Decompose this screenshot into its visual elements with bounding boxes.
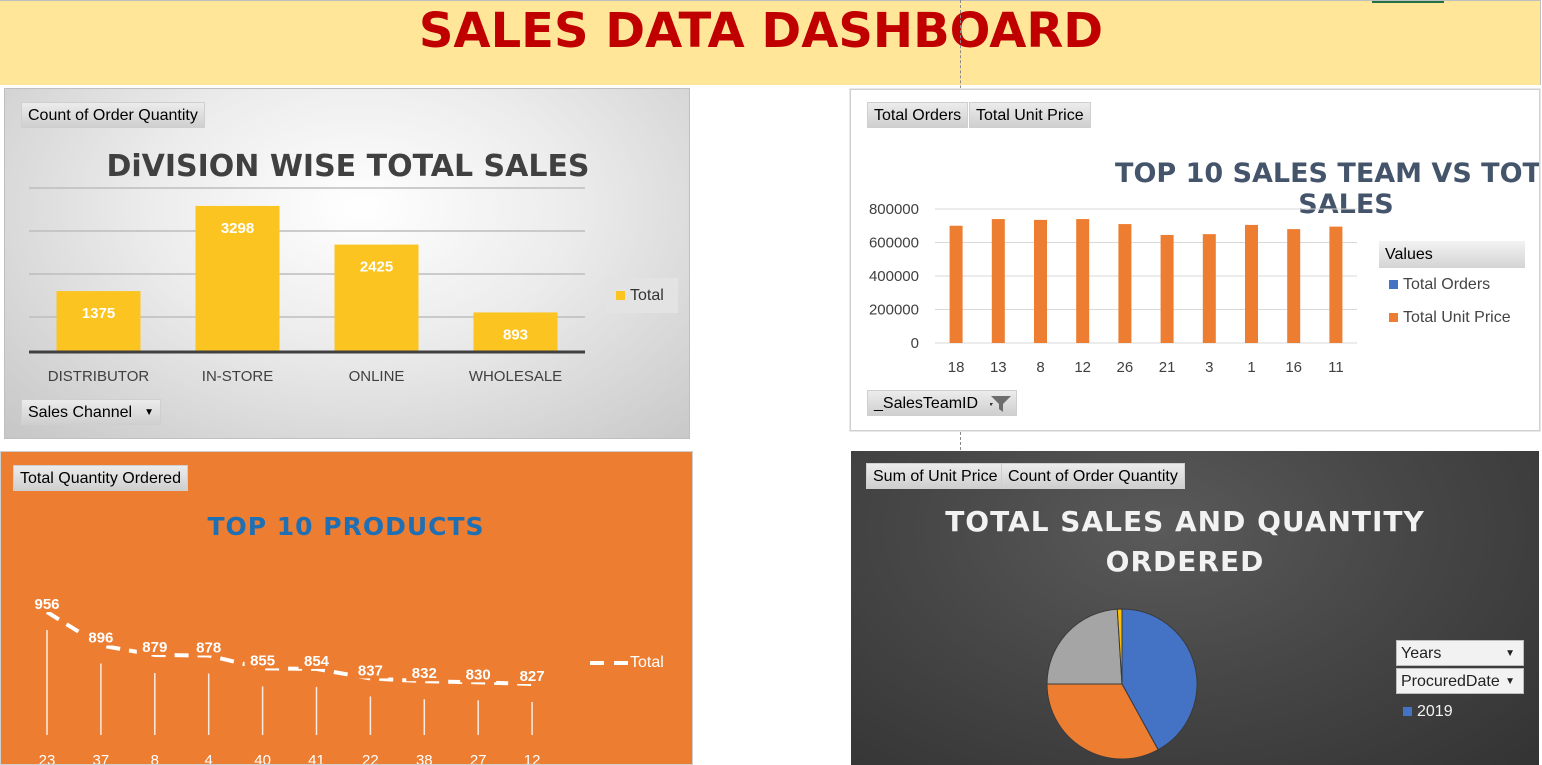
dashboard-header: SALES DATA DASHBOARD (0, 0, 1541, 85)
division-sales-chart[interactable]: Count of Order Quantity DiVISION WISE TO… (4, 88, 690, 439)
years-filter-label: Years (1401, 645, 1442, 662)
years-filter-dropdown[interactable]: Years ▼ (1396, 640, 1524, 666)
data-label: 878 (196, 640, 221, 657)
data-label: 832 (412, 665, 437, 682)
dropdown-arrow-icon: ▼ (1505, 676, 1515, 687)
dashboard-title: SALES DATA DASHBOARD (418, 3, 1104, 59)
x-tick-label: 8 (1036, 359, 1044, 376)
division-legend-label: Total (630, 287, 664, 304)
data-label: 830 (466, 666, 491, 683)
y-tick-label: 200000 (869, 302, 919, 319)
x-tick-label: 37 (93, 752, 110, 765)
products-legend-label: Total (630, 654, 664, 671)
data-label: 827 (520, 668, 545, 685)
y-tick-label: 400000 (869, 268, 919, 285)
series-line-total (45, 610, 533, 686)
legend-swatch (1389, 313, 1398, 323)
data-label: 837 (358, 662, 383, 679)
data-label: 2425 (360, 259, 393, 276)
values-legend-header: Values (1379, 241, 1525, 268)
x-tick-label: 27 (470, 752, 487, 765)
bar-team-18 (949, 225, 963, 343)
data-label: 893 (503, 326, 528, 343)
sales-channel-filter-button[interactable]: Sales Channel ▼ (21, 399, 161, 425)
procured-date-filter-label: ProcuredDate (1401, 673, 1500, 690)
x-tick-label: 21 (1159, 359, 1176, 376)
legend-dash-icon (590, 660, 630, 665)
dropdown-arrow-icon: ▼ (1505, 648, 1515, 659)
procured-date-filter-dropdown[interactable]: ProcuredDate ▼ (1396, 668, 1524, 694)
bar-team-16 (1287, 229, 1301, 343)
x-tick-label: 1 (1247, 359, 1255, 376)
x-tick-label: 12 (1074, 359, 1091, 376)
category-label: ONLINE (349, 368, 405, 385)
data-label: 1375 (82, 305, 115, 322)
category-label: WHOLESALE (469, 368, 562, 385)
x-tick-label: 4 (205, 752, 213, 765)
x-tick-label: 3 (1205, 359, 1213, 376)
data-label: 879 (142, 639, 167, 656)
x-tick-label: 22 (362, 752, 379, 765)
x-tick-label: 12 (524, 752, 541, 765)
x-tick-label: 38 (416, 752, 433, 765)
x-tick-label: 16 (1285, 359, 1302, 376)
products-legend[interactable]: Total (590, 654, 664, 672)
y-tick-label: 0 (911, 335, 919, 352)
data-label: 855 (250, 652, 275, 669)
x-tick-label: 26 (1117, 359, 1134, 376)
bar-team-13 (991, 219, 1005, 343)
legend-item-total-orders[interactable]: Total Orders (1389, 276, 1490, 294)
data-label: 896 (88, 629, 113, 646)
pie-legend[interactable]: 2019 (1403, 703, 1453, 721)
data-label: 956 (34, 596, 59, 613)
category-label: IN-STORE (202, 368, 273, 385)
sales-channel-label: Sales Channel (28, 404, 133, 422)
bar-team-11 (1329, 226, 1343, 343)
sales-quantity-chart[interactable]: Sum of Unit Price Count of Order Quantit… (851, 451, 1539, 765)
x-tick-label: 8 (151, 752, 159, 765)
bar-team-26 (1118, 224, 1132, 343)
pie-legend-label: 2019 (1417, 703, 1453, 720)
top-products-chart[interactable]: Total Quantity Ordered TOP 10 PRODUCTS 2… (0, 451, 693, 765)
category-label: DISTRIBUTOR (48, 368, 150, 385)
y-tick-label: 600000 (869, 235, 919, 252)
data-label: 854 (304, 653, 330, 670)
data-label: 3298 (221, 220, 254, 237)
division-legend[interactable]: Total (606, 278, 678, 313)
x-tick-label: 23 (39, 752, 56, 765)
legend-item-total-unit-price[interactable]: Total Unit Price (1389, 309, 1511, 327)
legend-swatch (616, 291, 625, 301)
x-tick-label: 41 (308, 752, 325, 765)
x-tick-label: 13 (990, 359, 1007, 376)
bar-team-8 (1034, 219, 1047, 343)
legend-label: Total Orders (1403, 276, 1491, 293)
legend-label: Total Unit Price (1403, 309, 1511, 326)
x-tick-label: 18 (948, 359, 965, 376)
x-tick-label: 40 (254, 752, 271, 765)
bar-team-21 (1160, 234, 1174, 343)
bar-team-1 (1245, 224, 1258, 343)
dropdown-arrow-icon: ▼ (144, 407, 154, 418)
bar-team-3 (1202, 234, 1216, 343)
division-bar-plot: 1375 DISTRIBUTOR 3298 IN-STORE 2425 ONLINE 893… (29, 187, 585, 385)
sales-team-id-filter-button[interactable]: _SalesTeamID (867, 390, 1017, 416)
pie-slice-3 (1046, 608, 1123, 685)
sales-team-id-label: _SalesTeamID (874, 395, 979, 412)
y-tick-label: 800000 (869, 201, 919, 218)
bar-team-12 (1076, 219, 1090, 343)
legend-swatch (1403, 707, 1412, 717)
active-cell-marker (1372, 1, 1444, 3)
top-products-line-plot: 23 37 8 4 40 41 22 38 27 12 956 896 879 878 855 854 837 8… (29, 594, 551, 765)
sales-team-chart[interactable]: Total Orders Total Unit Price TOP 10 SAL… (850, 89, 1540, 431)
filter-icon (990, 396, 1011, 412)
x-tick-label: 11 (1328, 359, 1344, 376)
legend-swatch (1389, 280, 1398, 290)
